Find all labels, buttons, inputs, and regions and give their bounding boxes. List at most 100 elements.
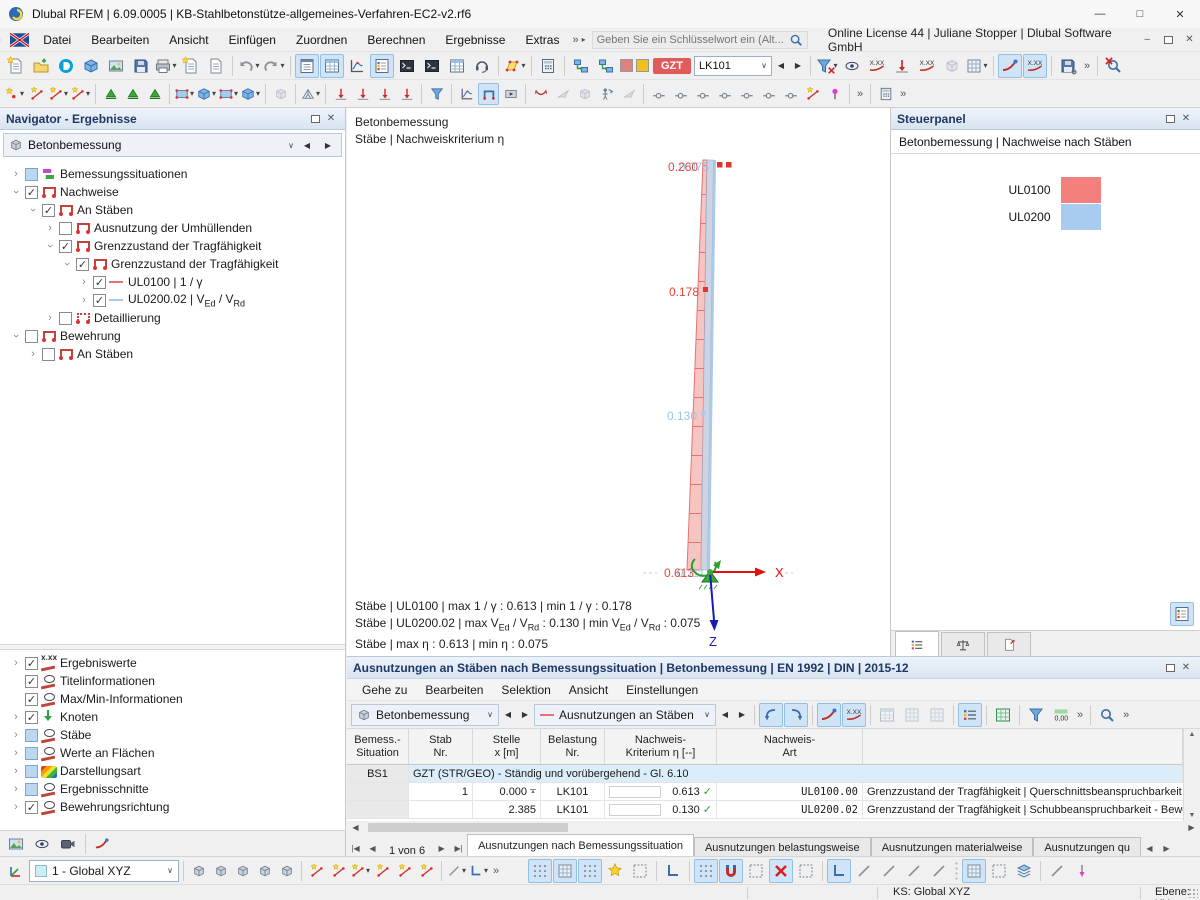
member-support-button[interactable] [144,83,165,105]
tab-ausnutzungen-materialweise[interactable]: Ausnutzungen materialweise [871,837,1034,857]
tree-label[interactable]: Grenzzustand der Tragfähigkeit [111,257,278,271]
toolbar1-overflow-icon[interactable]: » [1081,60,1093,72]
view-save-button[interactable] [276,860,297,882]
group-row-label[interactable]: GZT (STR/GEO) - Ständig und vorübergehen… [409,765,1183,783]
walk-through-button[interactable] [596,83,617,105]
animation-button[interactable] [500,83,521,105]
table-toolbar-overflow[interactable]: » [1074,709,1086,721]
tangent-snap-button[interactable] [927,859,951,883]
checkbox[interactable] [25,711,38,724]
table-close-button[interactable]: ✕ [1178,660,1194,676]
visibility-values-button[interactable] [865,54,889,78]
new-model-button[interactable] [4,54,28,78]
layers-button[interactable] [1012,859,1036,883]
expander-icon[interactable] [78,294,90,306]
excel-export-button[interactable] [991,703,1015,727]
cell-belastung[interactable]: LK101 [541,783,605,801]
navigator-prev-button[interactable]: ◀ [299,137,315,153]
sync-selection-button[interactable] [759,703,783,727]
grid-toggle-button[interactable] [528,859,552,883]
tree-label[interactable]: An Stäben [77,347,133,361]
tab-factors[interactable] [941,632,985,656]
member-load-button[interactable] [352,83,373,105]
checkbox[interactable] [25,168,38,181]
tree-item-an-staeben[interactable]: An Stäben [0,201,345,219]
report-button[interactable] [445,54,469,78]
option-label[interactable]: Werte an Flächen [60,746,155,760]
tree-item-bewehrung[interactable]: Bewehrung [0,327,345,345]
cell-stelle[interactable]: 0.000▲ [473,783,541,801]
support-button[interactable] [470,54,494,78]
tab-color-scale[interactable] [895,631,939,657]
table-filter-button[interactable] [1024,703,1048,727]
option-knoten[interactable]: Knoten [0,708,345,726]
view-z-button[interactable] [254,860,275,882]
save-image-button[interactable] [104,54,128,78]
menu-zuordnen[interactable]: Zuordnen [286,29,357,51]
checkbox[interactable] [59,312,72,325]
member-division-button[interactable] [692,83,713,105]
parallel-snap-button[interactable] [877,859,901,883]
expander-icon[interactable] [10,711,22,723]
cell-nachweis-art[interactable]: UL0200.02 [717,801,863,819]
checkbox[interactable] [76,258,89,271]
table-values-toggle[interactable] [842,703,866,727]
checkbox[interactable] [25,783,38,796]
view-isometric-button[interactable] [188,860,209,882]
mdi-close-icon[interactable]: ✕ [1179,31,1200,49]
snap-star-button[interactable] [603,859,627,883]
plumb-button[interactable] [1070,859,1094,883]
pin-button[interactable] [824,83,845,105]
influence-line-button[interactable] [530,83,551,105]
diagram-toggle-button[interactable] [345,54,369,78]
option-ergebnisschnitte[interactable]: Ergebnisschnitte [0,780,345,798]
checkbox[interactable] [25,765,38,778]
tree-item-ul0100[interactable]: UL0100 | 1 / γ [0,273,345,291]
tree-label[interactable]: UL0100 | 1 / γ [128,275,203,289]
tree-item-detaillierung[interactable]: Detaillierung [0,309,345,327]
new-table-button[interactable] [179,54,203,78]
search-expand-icon[interactable]: ▸ [582,35,586,44]
panel-settings-button[interactable] [1170,602,1194,626]
visibility-results-button[interactable] [840,54,864,78]
open-file-button[interactable] [29,54,53,78]
object-snap-button[interactable] [694,859,718,883]
table-combo2-prev[interactable]: ◀ [717,705,733,725]
checkbox[interactable] [25,675,38,688]
table-toolbar-overflow2[interactable]: » [1120,709,1132,721]
cell-kriterium[interactable]: 0.613✓ [605,783,717,801]
expander-icon[interactable] [61,258,73,270]
menu-ergebnisse[interactable]: Ergebnisse [435,29,515,51]
checkbox[interactable] [25,693,38,706]
prev-loadcase-button[interactable]: ◀ [773,56,789,76]
tree-label[interactable]: Detaillierung [94,311,161,325]
snap-points-button[interactable] [578,859,602,883]
last-table-button[interactable]: ▶| [450,839,467,857]
col-header-stab[interactable]: StabNr. [409,729,473,765]
result-diagram-toggle[interactable] [998,54,1022,78]
table-result-diagram-toggle[interactable] [817,703,841,727]
prev-table-button[interactable]: ◀ [364,839,381,857]
insert-block-button[interactable]: ▾ [240,83,261,105]
checkbox[interactable] [25,657,38,670]
checkbox[interactable] [42,348,55,361]
tree-label[interactable]: Bemessungssituationen [60,167,187,181]
checkbox[interactable] [25,801,38,814]
insert-solid-button[interactable]: ▾ [196,83,217,105]
redo-button[interactable]: ▾ [262,54,286,78]
values-display-button[interactable] [915,54,939,78]
color-swatch-yellow[interactable] [636,59,649,72]
magnet-snap-button[interactable] [719,859,743,883]
color-swatch-red[interactable] [620,59,633,72]
col-header-beschreibung[interactable] [863,729,1183,765]
tree-label[interactable]: UL0200.02 | VEd / VRd [128,292,245,308]
legend-row-ul0100[interactable]: UL0100 [891,176,1200,203]
expander-icon[interactable] [27,348,39,360]
option-label[interactable]: Bewehrungsrichtung [60,800,169,814]
new-grid-button[interactable] [328,860,349,882]
cell-beschreibung[interactable]: Grenzzustand der Tragfähigkeit | Quersch… [863,783,1183,801]
fly-through-button[interactable] [618,83,639,105]
snap-box-button[interactable] [794,859,818,883]
insert-polyline-button[interactable]: ▾ [70,83,91,105]
perpendicular-snap-button[interactable] [902,859,926,883]
